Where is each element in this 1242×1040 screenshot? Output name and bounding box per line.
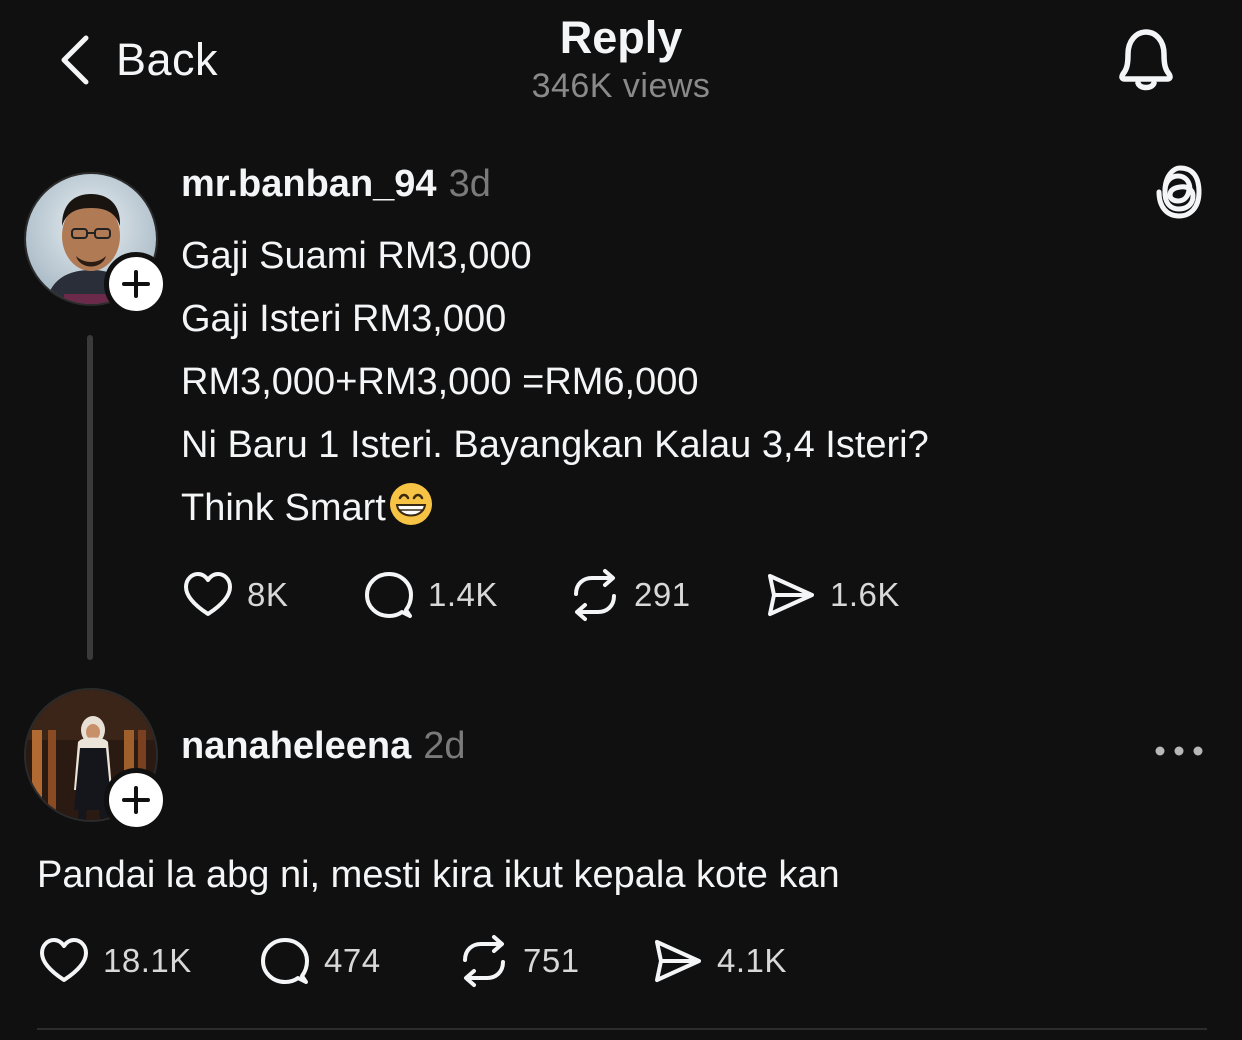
repost-count: 751 [523, 942, 580, 979]
grinning-face-emoji-icon [389, 483, 432, 525]
bell-icon[interactable] [1113, 24, 1179, 94]
repost-icon [574, 569, 616, 621]
title-block: Reply 346K views [421, 12, 821, 108]
repost-icon [463, 935, 505, 987]
reply-count: 1.4K [428, 576, 498, 613]
post-username[interactable]: mr.banban_94 3d [181, 163, 491, 206]
page-title: Reply [559, 12, 683, 63]
follow-button[interactable] [104, 252, 168, 316]
post-line-last: Think Smart [181, 477, 929, 540]
chevron-left-icon [61, 35, 89, 85]
reply-username[interactable]: nanaheleena 2d [181, 725, 466, 768]
share-count: 1.6K [830, 576, 900, 613]
more-options-icon[interactable] [1150, 735, 1210, 767]
reply-button[interactable]: 1.4K [362, 567, 498, 623]
reply-body: Pandai la abg ni, mesti kira ikut kepala… [37, 854, 840, 896]
post-line: Gaji Isteri RM3,000 [181, 298, 507, 340]
threads-logo-icon[interactable] [1152, 163, 1206, 221]
share-button[interactable]: 1.6K [764, 567, 900, 623]
like-count: 8K [247, 576, 289, 613]
username-text[interactable]: mr.banban_94 [181, 163, 437, 205]
share-button[interactable]: 4.1K [651, 933, 787, 989]
reply-count: 474 [324, 942, 381, 979]
plus-icon [122, 270, 150, 298]
like-button[interactable]: 8K [181, 567, 288, 623]
back-button[interactable]: Back [58, 30, 218, 90]
top-bar: Back Reply 346K views [0, 0, 1242, 130]
reply-actions: 18.1K 474 751 4.1K [37, 933, 837, 989]
post-actions: 8K 1.4K 291 1.6K [181, 567, 941, 623]
post-line: Ni Baru 1 Isteri. Bayangkan Kalau 3,4 Is… [181, 424, 929, 466]
post-age: 3d [448, 163, 491, 205]
comment-icon [365, 572, 413, 618]
reply-avatar-container[interactable] [24, 688, 168, 832]
send-icon [655, 940, 701, 982]
post-line: Gaji Suami RM3,000 [181, 235, 532, 277]
repost-button[interactable]: 751 [457, 933, 580, 989]
post-body: Gaji Suami RM3,000 Gaji Isteri RM3,000 R… [181, 225, 929, 540]
heart-icon [184, 572, 232, 616]
reply-age: 2d [423, 725, 466, 767]
repost-count: 291 [634, 576, 691, 613]
share-count: 4.1K [717, 942, 787, 979]
follow-button[interactable] [104, 768, 168, 832]
post-line: RM3,000+RM3,000 =RM6,000 [181, 361, 699, 403]
comment-icon [261, 938, 309, 984]
views-count: 346K views [531, 67, 711, 105]
like-count: 18.1K [103, 942, 192, 979]
username-text[interactable]: nanaheleena [181, 725, 411, 767]
post-line: Think Smart [181, 487, 386, 529]
like-button[interactable]: 18.1K [37, 933, 192, 989]
plus-icon [122, 786, 150, 814]
heart-icon [40, 938, 88, 982]
thread-connector-line [87, 335, 93, 660]
reply-button[interactable]: 474 [258, 933, 381, 989]
divider [37, 1028, 1207, 1030]
send-icon [768, 574, 814, 616]
repost-button[interactable]: 291 [568, 567, 691, 623]
back-label: Back [116, 34, 219, 85]
post-avatar-container[interactable] [24, 172, 168, 316]
